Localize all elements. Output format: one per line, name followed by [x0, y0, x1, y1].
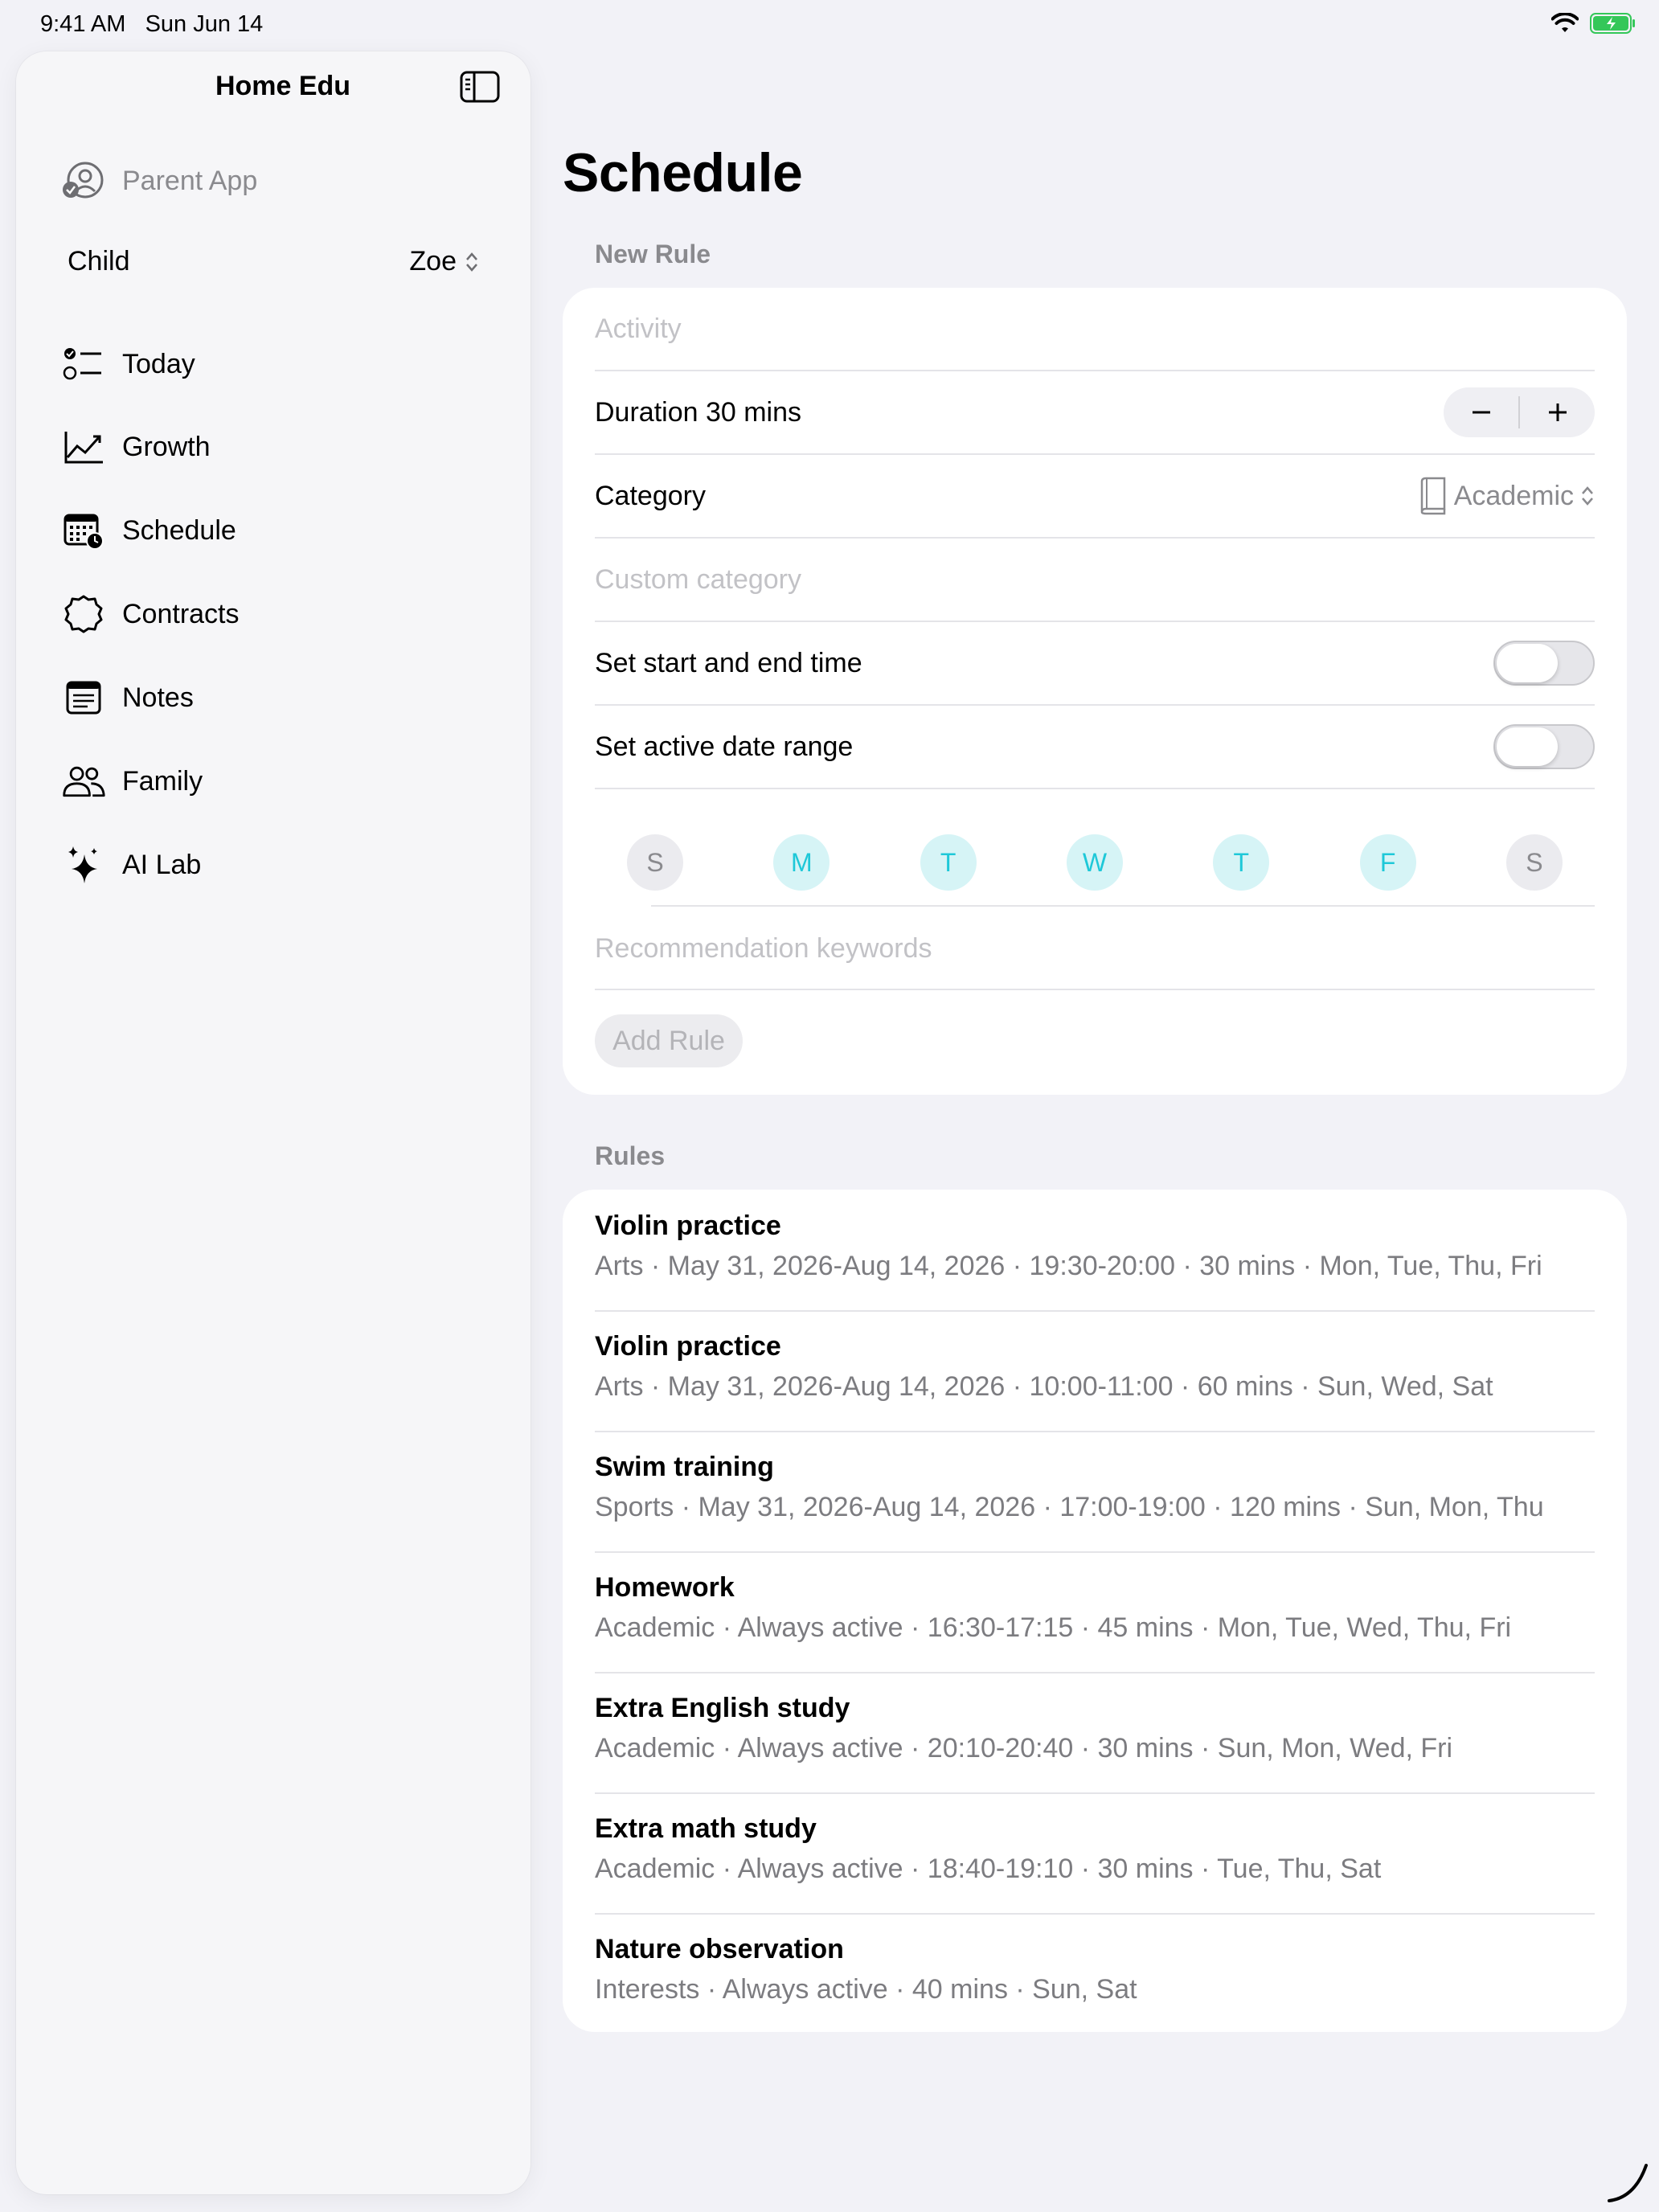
rule-title: Violin practice	[595, 1331, 781, 1362]
status-time: 9:41 AM Sun Jun 14	[40, 11, 264, 37]
start-end-time-label: Set start and end time	[595, 647, 862, 678]
plus-icon	[1548, 403, 1567, 421]
keywords-row[interactable]: Recommendation keywords	[595, 908, 1595, 990]
parent-app-label: Parent App	[122, 165, 258, 196]
sidebar-toggle-icon[interactable]	[460, 71, 500, 103]
rule-item[interactable]: Extra math study Academic · Always activ…	[595, 1792, 1595, 1915]
child-label: Child	[68, 246, 130, 276]
day-saturday[interactable]: S	[1505, 834, 1563, 891]
duration-stepper[interactable]	[1444, 387, 1595, 437]
sidebar-item-ai-lab[interactable]: AI Lab	[61, 841, 201, 889]
child-selector-row[interactable]: Child Zoe	[68, 246, 479, 277]
keywords-input[interactable]: Recommendation keywords	[595, 933, 932, 965]
notes-icon	[61, 675, 106, 720]
start-end-time-row: Set start and end time	[595, 622, 1595, 706]
duration-label: Duration 30 mins	[595, 396, 802, 428]
rule-title: Homework	[595, 1572, 735, 1603]
rule-item[interactable]: Violin practice Arts · May 31, 2026-Aug …	[595, 1310, 1595, 1432]
rule-detail: Arts · May 31, 2026-Aug 14, 2026 · 10:00…	[595, 1371, 1493, 1402]
rule-item[interactable]: Extra English study Academic · Always ac…	[595, 1672, 1595, 1794]
day-sunday[interactable]: S	[627, 834, 683, 891]
rule-item[interactable]: Violin practice Arts · May 31, 2026-Aug …	[595, 1190, 1595, 1312]
calendar-clock-icon	[61, 508, 106, 553]
rule-item[interactable]: Homework Academic · Always active · 16:3…	[595, 1551, 1595, 1673]
toggle-knob	[1497, 727, 1558, 766]
rule-detail: Interests · Always active · 40 mins · Su…	[595, 1974, 1137, 2005]
parent-person-icon	[63, 162, 104, 199]
sparkles-icon	[61, 842, 106, 887]
start-end-time-toggle[interactable]	[1493, 641, 1595, 686]
rule-detail: Sports · May 31, 2026-Aug 14, 2026 · 17:…	[595, 1492, 1544, 1522]
day-monday[interactable]: M	[773, 834, 830, 891]
parent-app-link[interactable]: Parent App	[61, 161, 257, 201]
day-friday[interactable]: F	[1359, 834, 1416, 891]
new-rule-card: Activity Duration 30 mins Category Acade…	[563, 288, 1627, 1095]
wifi-icon	[1551, 13, 1579, 32]
sidebar-item-label: Contracts	[122, 598, 240, 629]
decrement-button[interactable]	[1444, 387, 1518, 437]
child-value: Zoe	[409, 246, 457, 276]
sidebar-item-label: AI Lab	[122, 849, 202, 880]
divider	[651, 905, 1595, 907]
date-range-row: Set active date range	[595, 706, 1595, 789]
date-range-label: Set active date range	[595, 731, 854, 762]
category-picker[interactable]: Academic	[1417, 477, 1595, 515]
day-wednesday[interactable]: W	[1066, 834, 1123, 891]
custom-category-row[interactable]: Custom category	[595, 539, 1595, 622]
add-rule-button[interactable]: Add Rule	[595, 1014, 743, 1067]
sidebar-item-family[interactable]: Family	[61, 757, 203, 805]
custom-category-input[interactable]: Custom category	[595, 564, 801, 596]
increment-button[interactable]	[1520, 387, 1595, 437]
sidebar-item-schedule[interactable]: Schedule	[61, 506, 236, 555]
battery-icon	[1590, 13, 1635, 34]
rules-header: Rules	[595, 1141, 666, 1170]
category-row[interactable]: Category Academic	[595, 455, 1595, 539]
sidebar-item-label: Growth	[122, 431, 211, 462]
rule-title: Extra math study	[595, 1813, 817, 1844]
day-thursday[interactable]: T	[1213, 834, 1270, 891]
minus-icon	[1472, 411, 1490, 414]
rule-detail: Arts · May 31, 2026-Aug 14, 2026 · 19:30…	[595, 1251, 1542, 1281]
sidebar-item-label: Family	[122, 765, 203, 797]
chevron-up-down-icon	[466, 252, 477, 272]
sidebar-item-notes[interactable]: Notes	[61, 674, 194, 722]
activity-input[interactable]: Activity	[595, 313, 682, 345]
sidebar-item-label: Today	[122, 348, 195, 379]
sidebar-item-contracts[interactable]: Contracts	[61, 590, 240, 638]
people-icon	[61, 759, 106, 804]
rule-title: Swim training	[595, 1452, 774, 1482]
new-rule-header: New Rule	[595, 240, 711, 268]
rules-card: Violin practice Arts · May 31, 2026-Aug …	[563, 1190, 1627, 2032]
rule-title: Extra English study	[595, 1693, 850, 1723]
sidebar-item-label: Notes	[122, 682, 194, 713]
date-range-toggle[interactable]	[1493, 724, 1595, 769]
sidebar-item-today[interactable]: Today	[61, 340, 195, 388]
checklist-icon	[61, 342, 106, 387]
resize-handle-icon[interactable]	[1603, 2157, 1651, 2206]
chevron-up-down-icon	[1582, 486, 1593, 506]
rule-title: Nature observation	[595, 1934, 844, 1964]
category-label: Category	[595, 480, 706, 511]
category-value: Academic	[1453, 480, 1574, 511]
day-tuesday[interactable]: T	[920, 834, 977, 891]
status-icons	[1551, 13, 1636, 34]
child-picker[interactable]: Zoe	[409, 246, 479, 277]
page-title: Schedule	[563, 142, 803, 203]
weekday-selector: S M T W T F S	[627, 834, 1563, 891]
sidebar-item-label: Schedule	[122, 514, 236, 546]
rule-detail: Academic · Always active · 18:40-19:10 ·…	[595, 1854, 1382, 1884]
toggle-knob	[1497, 644, 1558, 682]
rule-title: Violin practice	[595, 1210, 781, 1241]
book-icon	[1420, 477, 1445, 515]
seal-icon	[61, 592, 106, 637]
duration-row: Duration 30 mins	[595, 371, 1595, 455]
activity-field-row[interactable]: Activity	[595, 288, 1595, 371]
rule-detail: Academic · Always active · 20:10-20:40 ·…	[595, 1733, 1453, 1763]
chart-line-icon	[61, 424, 106, 469]
rule-item[interactable]: Nature observation Interests · Always ac…	[595, 1913, 1595, 2034]
sidebar-item-growth[interactable]: Growth	[61, 423, 211, 471]
rule-detail: Academic · Always active · 16:30-17:15 ·…	[595, 1612, 1512, 1643]
rule-item[interactable]: Swim training Sports · May 31, 2026-Aug …	[595, 1431, 1595, 1553]
